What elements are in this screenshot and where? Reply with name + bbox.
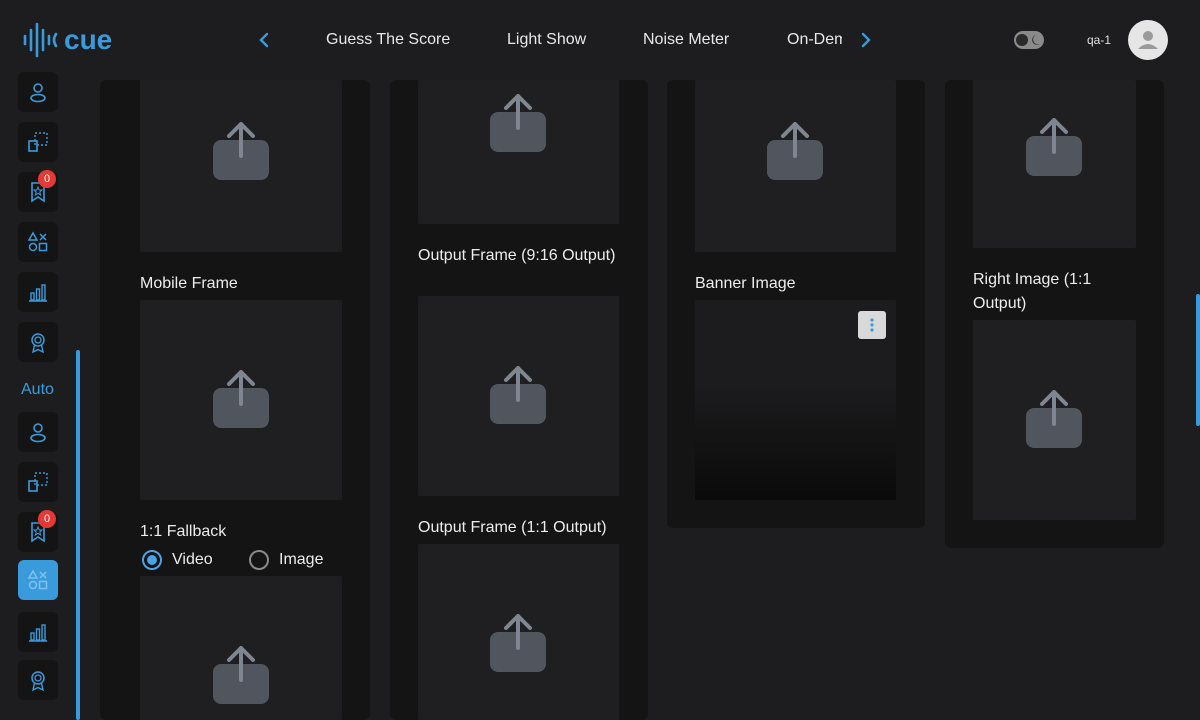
bar-chart-icon [29,284,47,302]
right-image-dropzone[interactable] [973,320,1136,520]
sidebar-section-auto: Auto [21,381,54,398]
nav-light-show[interactable]: Light Show [507,31,586,49]
shapes-icon [27,569,48,590]
award-icon [31,333,45,354]
nav-on-demand[interactable]: On-Demand [787,31,842,49]
fallback-dropzone[interactable] [140,576,342,720]
sidebar: 0 Auto 0 [0,72,80,720]
sidebar-frame-button-2[interactable] [18,462,58,502]
upload-icon [1026,390,1082,448]
theme-toggle-icon[interactable] [1014,31,1044,49]
upload-dropzone-top-2[interactable] [418,80,619,224]
user-name[interactable]: qa-1 [1087,33,1111,47]
sidebar-user-button[interactable] [18,72,58,112]
rewards-count-badge: 0 [38,510,56,528]
avatar[interactable] [1128,20,1168,60]
upload-icon [213,122,269,180]
output-916-label: Output Frame (9:16 Output) [418,247,616,264]
cue-logo[interactable]: cue [22,22,132,58]
output-11-dropzone[interactable] [418,544,619,720]
upload-icon [490,94,546,152]
panel-banner: Banner Image [667,80,925,528]
panel-right-image: Right Image (1:1 Output) [945,80,1164,548]
rewards-count-badge: 0 [38,170,56,188]
banner-options-button[interactable] [858,311,886,339]
brand-name: cue [64,24,112,55]
nav-next-icon[interactable] [854,28,878,52]
mobile-frame-label: Mobile Frame [140,275,238,292]
frame-icon [28,472,48,492]
nav-guess-the-score[interactable]: Guess The Score [326,31,450,49]
upload-icon [1026,118,1082,176]
radio-image-label[interactable]: Image [279,548,323,572]
user-outline-icon [30,83,46,103]
panel-mobile: Mobile Frame 1:1 Fallback Video Image [100,80,370,720]
user-outline-icon [30,423,46,443]
sidebar-rewards-button-2[interactable]: 0 [18,510,58,552]
upload-icon [213,646,269,704]
banner-image-preview[interactable] [695,300,896,500]
top-bar: cue Guess The Score Light Show Noise Met… [0,0,1200,80]
more-vertical-icon [870,318,874,332]
sidebar-stats-button-2[interactable] [18,612,58,652]
upload-dropzone-top-1[interactable] [140,80,342,252]
user-icon [1138,31,1158,49]
sidebar-frame-button[interactable] [18,122,58,162]
sidebar-awards-button-2[interactable] [18,660,58,700]
sidebar-games-button-active[interactable] [18,560,58,600]
main-content: Mobile Frame 1:1 Fallback Video Image Ou… [80,80,1200,720]
banner-label: Banner Image [695,275,796,292]
panel-output: Output Frame (9:16 Output) Output Frame … [390,80,648,720]
bar-chart-icon [29,624,47,642]
sidebar-stats-button[interactable] [18,272,58,312]
nav-prev-icon[interactable] [252,28,276,52]
right-image-label: Right Image (1:1 Output) [973,271,1092,312]
upload-dropzone-top-3[interactable] [695,80,896,252]
upload-icon [213,370,269,428]
frame-icon [28,132,48,152]
mobile-frame-dropzone[interactable] [140,300,342,500]
main-scrollbar[interactable] [1196,294,1200,426]
upload-icon [490,614,546,672]
sidebar-awards-button[interactable] [18,322,58,362]
upload-icon [490,366,546,424]
upload-icon [767,122,823,180]
radio-image[interactable] [249,550,269,570]
radio-video-label[interactable]: Video [172,548,213,572]
shapes-icon [27,231,48,252]
nav-noise-meter[interactable]: Noise Meter [643,31,729,49]
fallback-label: 1:1 Fallback [140,523,227,540]
radio-video[interactable] [142,550,162,570]
sidebar-games-button[interactable] [18,222,58,262]
sidebar-user-button-2[interactable] [18,412,58,452]
nav-on-demand-clip: On-Demand [787,28,842,54]
award-icon [31,671,45,692]
output-11-label: Output Frame (1:1 Output) [418,519,607,536]
output-916-dropzone[interactable] [418,296,619,496]
upload-dropzone-top-4[interactable] [973,80,1136,248]
sidebar-rewards-button[interactable]: 0 [18,170,58,212]
